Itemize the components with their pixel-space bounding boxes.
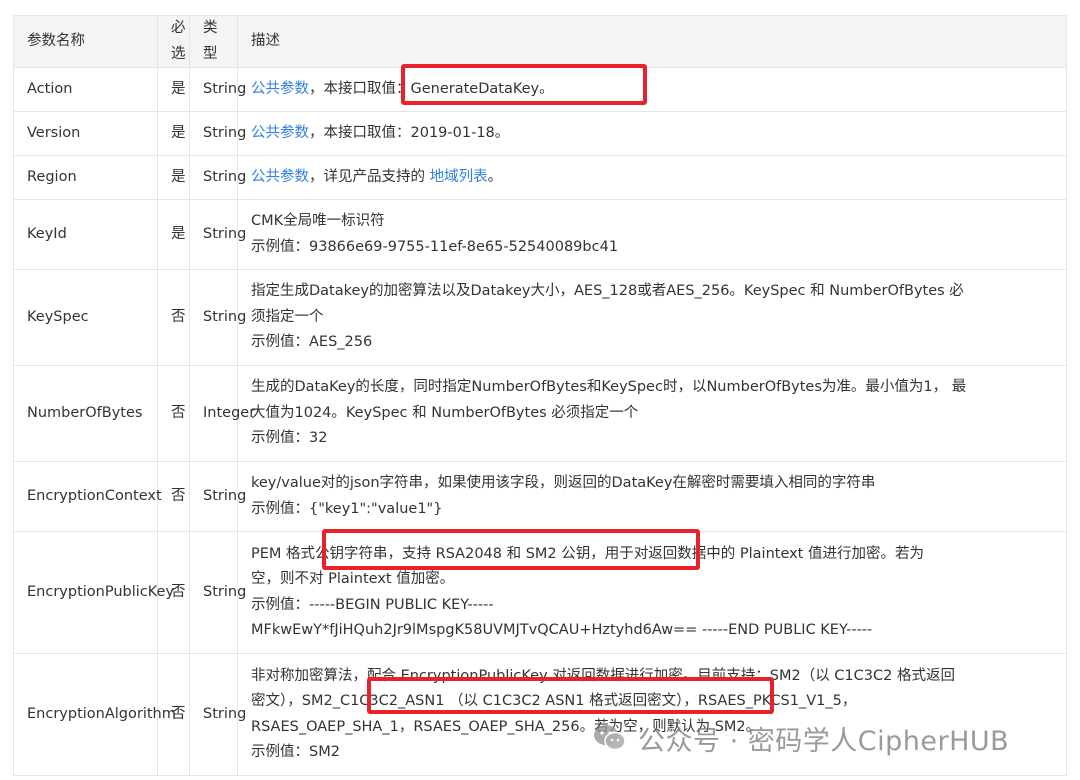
param-name-cell: EncryptionContext [13, 461, 162, 532]
table-row: EncryptionPublicKey 否 String PEM 格式公钥字符串，支持… [13, 531, 1067, 654]
description-text: 。 [487, 168, 503, 185]
table-row: KeySpec 否 String 指定生成Datakey的加密算法以及Datakey大… [13, 269, 1067, 366]
description-line: key/value对的json字符串，如果使用该字段，则返回的DataKey在解… [251, 471, 1053, 497]
type-cell: String [189, 199, 246, 270]
description-text: CMK全局唯一标识符 [251, 213, 385, 229]
doc-link[interactable]: 地域列表 [430, 169, 488, 185]
type-cell: String [189, 653, 246, 776]
doc-link[interactable]: 公共参数 [251, 125, 309, 141]
description-line: 非对称加密算法，配合 EncryptionPublicKey 对返回数据进行加密… [251, 664, 1053, 690]
description-text: 示例值：32 [251, 430, 328, 447]
description-line: 示例值：32 [251, 426, 1053, 452]
table-row: NumberOfBytes 否 Integer 生成的DataKey的长度，同时指定N… [13, 365, 1067, 462]
description-text: 示例值：AES_256 [251, 334, 373, 351]
required-cell: 否 [157, 461, 190, 532]
doc-link[interactable]: 公共参数 [251, 169, 309, 185]
api-params-table: 参数名称 必选 类型 描述 Action 是 String 公共参数，本接口取值：Ge… [13, 15, 1067, 776]
wechat-icon [594, 725, 626, 751]
description-text: 大值为1024。KeySpec 和 NumberOfBytes 必须指定一个 [251, 404, 639, 421]
description-text: 非对称加密算法，配合 EncryptionPublicKey 对返回数据进行加密… [251, 667, 955, 684]
description-line: 大值为1024。KeySpec 和 NumberOfBytes 必须指定一个 [251, 401, 1053, 427]
type-cell: Integer [189, 365, 255, 462]
header-required: 必选 [157, 15, 190, 68]
description-text: 示例值：SM2 [251, 744, 340, 760]
description-line: 示例值：{"key1":"value1"} [251, 497, 1053, 523]
description-line: 指定生成Datakey的加密算法以及Datakey大小，AES_128或者AES… [251, 279, 1053, 305]
description-text: 生成的DataKey的长度，同时指定NumberOfBytes和KeySpec时… [251, 379, 967, 396]
table-row: EncryptionContext 否 String key/value对的json字… [13, 461, 1067, 532]
description-line: 密文），SM2_C1C3C2_ASN1 （以 C1C3C2 ASN1 格式返回密… [251, 689, 1053, 715]
description-cell: 公共参数，本接口取值：2019-01-18。 [237, 111, 1067, 156]
description-cell: key/value对的json字符串，如果使用该字段，则返回的DataKey在解… [237, 461, 1067, 532]
description-text: 示例值：-----BEGIN PUBLIC KEY----- [251, 596, 494, 613]
description-cell: CMK全局唯一标识符示例值：93866e69-9755-11ef-8e65-52… [237, 199, 1067, 270]
required-cell: 是 [157, 67, 190, 112]
description-cell: 公共参数，详见产品支持的 地域列表。 [237, 155, 1067, 200]
description-text: 示例值：{"key1":"value1"} [251, 500, 443, 517]
required-cell: 否 [157, 269, 190, 366]
param-name-cell: Action [13, 67, 158, 112]
watermark-text: 公众号 · 密码学人CipherHUB [638, 725, 1010, 757]
required-cell: 是 [157, 199, 190, 270]
description-line: 须指定一个 [251, 305, 1053, 331]
param-name-cell: Region [13, 155, 158, 200]
description-text: 密文），SM2_C1C3C2_ASN1 （以 C1C3C2 ASN1 格式返回密… [251, 693, 857, 709]
table-row: KeyId 是 String CMK全局唯一标识符 示例值：93866e69-9755-… [13, 199, 1067, 270]
description-line: 公共参数，详见产品支持的 地域列表。 [251, 165, 1053, 191]
description-text: key/value对的json字符串，如果使用该字段，则返回的DataKey在解… [251, 475, 876, 491]
type-cell: String [189, 531, 246, 654]
type-cell: String [189, 269, 246, 366]
required-cell: 否 [157, 365, 190, 462]
description-text: ，详见产品支持的 [309, 168, 430, 185]
type-cell: String [189, 461, 246, 532]
param-name-cell: KeySpec [13, 269, 158, 366]
description-line: 空，则不对 Plaintext 值加密。 [251, 567, 1053, 593]
description-text: 本接口取值：GenerateDataKey。 [323, 80, 554, 97]
type-cell: String [189, 155, 246, 200]
table-row: Version 是 String 公共参数，本接口取值：2019-01-18。 [13, 111, 1067, 156]
description-text: ， [309, 80, 324, 97]
param-name-cell: Version [13, 111, 158, 156]
description-text: 示例值：93866e69-9755-11ef-8e65-52540089bc41 [251, 238, 619, 255]
type-cell: String [189, 111, 246, 156]
table-row: Region 是 String 公共参数，详见产品支持的 地域列表。 [13, 155, 1067, 200]
description-line: 生成的DataKey的长度，同时指定NumberOfBytes和KeySpec时… [251, 375, 1053, 401]
description-text: 空，则不对 Plaintext 值加密。 [251, 571, 455, 587]
param-name-cell: EncryptionPublicKey [13, 531, 174, 654]
description-line: CMK全局唯一标识符 [251, 209, 1053, 235]
description-text: 指定生成Datakey的加密算法以及Datakey大小，AES_128或者AES… [251, 283, 964, 300]
header-type: 类型 [189, 15, 238, 68]
description-cell: 公共参数，本接口取值：GenerateDataKey。 [237, 67, 1067, 112]
description-line: MFkwEwY*fJiHQuh2Jr9lMspgK58UVMJTvQCAU+Hz… [251, 618, 1053, 644]
description-text: MFkwEwY*fJiHQuh2Jr9lMspgK58UVMJTvQCAU+Hz… [251, 622, 873, 638]
table-header-row: 参数名称 必选 类型 描述 [13, 15, 1067, 68]
param-name-cell: NumberOfBytes [13, 365, 158, 462]
description-text: ，本接口取值：2019-01-18。 [309, 124, 510, 141]
description-line: PEM 格式公钥字符串，支持 RSA2048 和 SM2 公钥，用于对返回数据中… [251, 542, 1053, 568]
description-cell: 生成的DataKey的长度，同时指定NumberOfBytes和KeySpec时… [237, 365, 1067, 462]
type-cell: String [189, 67, 246, 112]
header-name: 参数名称 [13, 15, 158, 68]
required-cell: 是 [157, 111, 190, 156]
description-text: 须指定一个 [251, 308, 324, 325]
param-name-cell: KeyId [13, 199, 158, 270]
required-cell: 是 [157, 155, 190, 200]
param-name-cell: EncryptionAlgorithm [13, 653, 176, 776]
description-cell: PEM 格式公钥字符串，支持 RSA2048 和 SM2 公钥，用于对返回数据中… [237, 531, 1067, 654]
table-row: Action 是 String 公共参数，本接口取值：GenerateDataKey。 [13, 67, 1067, 112]
description-text: PEM 格式公钥字符串，支持 RSA2048 和 SM2 公钥，用于对返回数据中… [251, 545, 924, 562]
description-line: 示例值：AES_256 [251, 330, 1053, 356]
description-line: 示例值：93866e69-9755-11ef-8e65-52540089bc41 [251, 235, 1053, 261]
description-line: 公共参数，本接口取值：GenerateDataKey。 [251, 77, 1053, 103]
watermark: 公众号 · 密码学人CipherHUB [592, 720, 1010, 757]
description-line: 公共参数，本接口取值：2019-01-18。 [251, 121, 1053, 147]
doc-link[interactable]: 公共参数 [251, 81, 309, 97]
header-desc: 描述 [237, 15, 1067, 68]
description-line: 示例值：-----BEGIN PUBLIC KEY----- [251, 593, 1053, 619]
description-cell: 指定生成Datakey的加密算法以及Datakey大小，AES_128或者AES… [237, 269, 1067, 366]
